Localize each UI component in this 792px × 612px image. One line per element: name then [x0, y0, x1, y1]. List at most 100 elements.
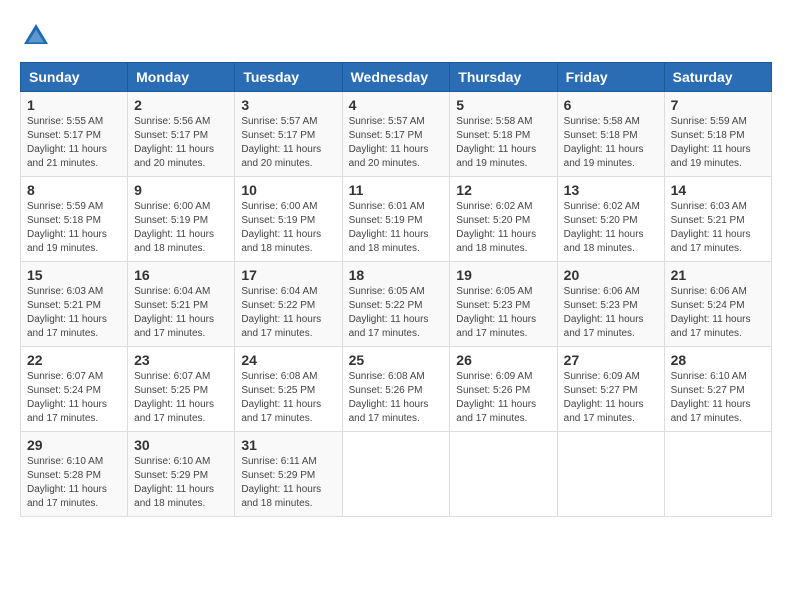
day-number: 12 [456, 182, 550, 198]
day-number: 19 [456, 267, 550, 283]
day-info: Sunrise: 6:08 AM Sunset: 5:25 PM Dayligh… [241, 370, 335, 426]
day-info: Sunrise: 6:00 AM Sunset: 5:19 PM Dayligh… [241, 200, 335, 256]
day-number: 31 [241, 437, 335, 453]
day-number: 14 [671, 182, 765, 198]
calendar-cell: 18 Sunrise: 6:05 AM Sunset: 5:22 PM Dayl… [342, 262, 450, 347]
day-number: 27 [564, 352, 658, 368]
day-info: Sunrise: 6:10 AM Sunset: 5:29 PM Dayligh… [134, 455, 228, 511]
weekday-header: Friday [557, 63, 664, 92]
day-number: 24 [241, 352, 335, 368]
day-info: Sunrise: 6:09 AM Sunset: 5:26 PM Dayligh… [456, 370, 550, 426]
day-info: Sunrise: 5:59 AM Sunset: 5:18 PM Dayligh… [27, 200, 121, 256]
day-number: 28 [671, 352, 765, 368]
day-number: 7 [671, 97, 765, 113]
calendar-cell: 3 Sunrise: 5:57 AM Sunset: 5:17 PM Dayli… [235, 92, 342, 177]
day-info: Sunrise: 5:55 AM Sunset: 5:17 PM Dayligh… [27, 115, 121, 171]
calendar-cell: 17 Sunrise: 6:04 AM Sunset: 5:22 PM Dayl… [235, 262, 342, 347]
weekday-header: Sunday [21, 63, 128, 92]
calendar-cell: 16 Sunrise: 6:04 AM Sunset: 5:21 PM Dayl… [128, 262, 235, 347]
weekday-header: Monday [128, 63, 235, 92]
day-info: Sunrise: 6:11 AM Sunset: 5:29 PM Dayligh… [241, 455, 335, 511]
day-info: Sunrise: 6:03 AM Sunset: 5:21 PM Dayligh… [27, 285, 121, 341]
day-info: Sunrise: 6:02 AM Sunset: 5:20 PM Dayligh… [456, 200, 550, 256]
day-info: Sunrise: 5:58 AM Sunset: 5:18 PM Dayligh… [456, 115, 550, 171]
day-number: 29 [27, 437, 121, 453]
calendar-cell: 29 Sunrise: 6:10 AM Sunset: 5:28 PM Dayl… [21, 432, 128, 517]
logo-icon [20, 20, 52, 52]
calendar-cell: 12 Sunrise: 6:02 AM Sunset: 5:20 PM Dayl… [450, 177, 557, 262]
day-info: Sunrise: 6:04 AM Sunset: 5:22 PM Dayligh… [241, 285, 335, 341]
calendar-cell: 4 Sunrise: 5:57 AM Sunset: 5:17 PM Dayli… [342, 92, 450, 177]
day-info: Sunrise: 6:02 AM Sunset: 5:20 PM Dayligh… [564, 200, 658, 256]
day-info: Sunrise: 6:00 AM Sunset: 5:19 PM Dayligh… [134, 200, 228, 256]
day-number: 2 [134, 97, 228, 113]
calendar-cell: 15 Sunrise: 6:03 AM Sunset: 5:21 PM Dayl… [21, 262, 128, 347]
day-number: 4 [349, 97, 444, 113]
calendar-cell: 2 Sunrise: 5:56 AM Sunset: 5:17 PM Dayli… [128, 92, 235, 177]
calendar-cell: 30 Sunrise: 6:10 AM Sunset: 5:29 PM Dayl… [128, 432, 235, 517]
calendar-cell: 8 Sunrise: 5:59 AM Sunset: 5:18 PM Dayli… [21, 177, 128, 262]
day-number: 5 [456, 97, 550, 113]
weekday-header: Thursday [450, 63, 557, 92]
calendar-cell: 7 Sunrise: 5:59 AM Sunset: 5:18 PM Dayli… [664, 92, 771, 177]
weekday-header: Tuesday [235, 63, 342, 92]
day-number: 10 [241, 182, 335, 198]
calendar-week-row: 22 Sunrise: 6:07 AM Sunset: 5:24 PM Dayl… [21, 347, 772, 432]
calendar-cell: 21 Sunrise: 6:06 AM Sunset: 5:24 PM Dayl… [664, 262, 771, 347]
day-info: Sunrise: 5:59 AM Sunset: 5:18 PM Dayligh… [671, 115, 765, 171]
day-number: 23 [134, 352, 228, 368]
calendar-cell: 23 Sunrise: 6:07 AM Sunset: 5:25 PM Dayl… [128, 347, 235, 432]
calendar-cell: 14 Sunrise: 6:03 AM Sunset: 5:21 PM Dayl… [664, 177, 771, 262]
calendar-cell [664, 432, 771, 517]
page-header [20, 20, 772, 52]
day-number: 1 [27, 97, 121, 113]
calendar-cell: 25 Sunrise: 6:08 AM Sunset: 5:26 PM Dayl… [342, 347, 450, 432]
calendar-cell: 22 Sunrise: 6:07 AM Sunset: 5:24 PM Dayl… [21, 347, 128, 432]
day-number: 11 [349, 182, 444, 198]
day-info: Sunrise: 5:57 AM Sunset: 5:17 PM Dayligh… [241, 115, 335, 171]
day-number: 21 [671, 267, 765, 283]
calendar-cell: 26 Sunrise: 6:09 AM Sunset: 5:26 PM Dayl… [450, 347, 557, 432]
day-number: 9 [134, 182, 228, 198]
day-number: 26 [456, 352, 550, 368]
day-number: 6 [564, 97, 658, 113]
calendar-cell [450, 432, 557, 517]
day-info: Sunrise: 5:57 AM Sunset: 5:17 PM Dayligh… [349, 115, 444, 171]
calendar-cell: 13 Sunrise: 6:02 AM Sunset: 5:20 PM Dayl… [557, 177, 664, 262]
calendar-cell: 20 Sunrise: 6:06 AM Sunset: 5:23 PM Dayl… [557, 262, 664, 347]
day-info: Sunrise: 6:09 AM Sunset: 5:27 PM Dayligh… [564, 370, 658, 426]
day-info: Sunrise: 6:06 AM Sunset: 5:24 PM Dayligh… [671, 285, 765, 341]
calendar-cell: 10 Sunrise: 6:00 AM Sunset: 5:19 PM Dayl… [235, 177, 342, 262]
day-number: 15 [27, 267, 121, 283]
day-number: 30 [134, 437, 228, 453]
day-info: Sunrise: 6:07 AM Sunset: 5:24 PM Dayligh… [27, 370, 121, 426]
day-info: Sunrise: 5:58 AM Sunset: 5:18 PM Dayligh… [564, 115, 658, 171]
day-info: Sunrise: 6:07 AM Sunset: 5:25 PM Dayligh… [134, 370, 228, 426]
calendar-cell: 31 Sunrise: 6:11 AM Sunset: 5:29 PM Dayl… [235, 432, 342, 517]
calendar-cell [342, 432, 450, 517]
day-number: 25 [349, 352, 444, 368]
calendar-cell: 19 Sunrise: 6:05 AM Sunset: 5:23 PM Dayl… [450, 262, 557, 347]
day-info: Sunrise: 6:05 AM Sunset: 5:22 PM Dayligh… [349, 285, 444, 341]
calendar-cell: 9 Sunrise: 6:00 AM Sunset: 5:19 PM Dayli… [128, 177, 235, 262]
calendar-cell: 24 Sunrise: 6:08 AM Sunset: 5:25 PM Dayl… [235, 347, 342, 432]
calendar-week-row: 8 Sunrise: 5:59 AM Sunset: 5:18 PM Dayli… [21, 177, 772, 262]
day-number: 8 [27, 182, 121, 198]
day-info: Sunrise: 6:04 AM Sunset: 5:21 PM Dayligh… [134, 285, 228, 341]
day-info: Sunrise: 6:10 AM Sunset: 5:28 PM Dayligh… [27, 455, 121, 511]
day-number: 3 [241, 97, 335, 113]
day-number: 16 [134, 267, 228, 283]
calendar-cell: 28 Sunrise: 6:10 AM Sunset: 5:27 PM Dayl… [664, 347, 771, 432]
calendar-cell: 1 Sunrise: 5:55 AM Sunset: 5:17 PM Dayli… [21, 92, 128, 177]
calendar-week-row: 15 Sunrise: 6:03 AM Sunset: 5:21 PM Dayl… [21, 262, 772, 347]
calendar-cell: 5 Sunrise: 5:58 AM Sunset: 5:18 PM Dayli… [450, 92, 557, 177]
calendar-cell: 27 Sunrise: 6:09 AM Sunset: 5:27 PM Dayl… [557, 347, 664, 432]
calendar-cell: 11 Sunrise: 6:01 AM Sunset: 5:19 PM Dayl… [342, 177, 450, 262]
day-number: 20 [564, 267, 658, 283]
day-number: 17 [241, 267, 335, 283]
calendar-header-row: SundayMondayTuesdayWednesdayThursdayFrid… [21, 63, 772, 92]
day-number: 18 [349, 267, 444, 283]
calendar-table: SundayMondayTuesdayWednesdayThursdayFrid… [20, 62, 772, 517]
day-info: Sunrise: 6:03 AM Sunset: 5:21 PM Dayligh… [671, 200, 765, 256]
day-info: Sunrise: 6:08 AM Sunset: 5:26 PM Dayligh… [349, 370, 444, 426]
